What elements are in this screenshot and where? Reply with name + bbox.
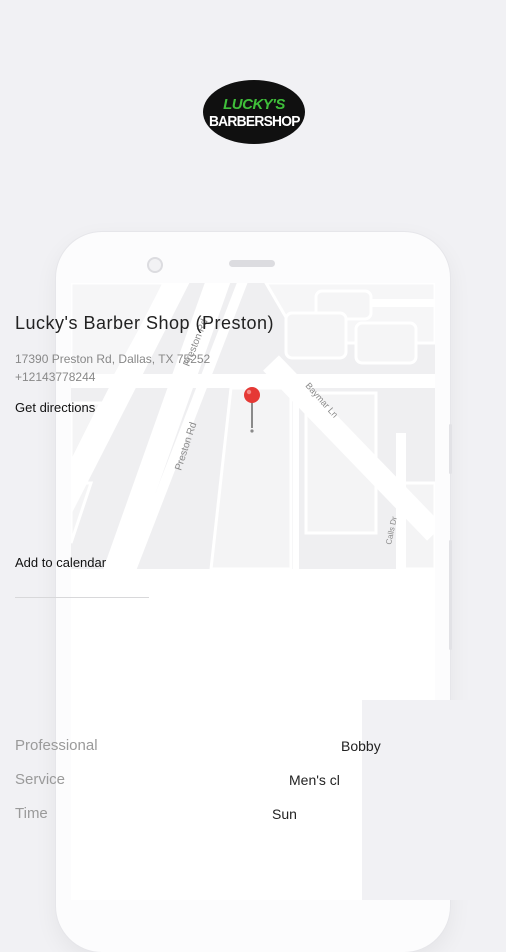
shop-address: 17390 Preston Rd, Dallas, TX 75252	[15, 352, 211, 366]
professional-label: Professional	[15, 737, 98, 754]
get-directions-link[interactable]: Get directions	[15, 400, 95, 415]
background-panel	[362, 700, 506, 900]
logo-line-2: BARBERSHOP	[208, 113, 301, 130]
front-camera	[147, 257, 163, 273]
phone-side-button	[449, 424, 452, 474]
divider	[15, 597, 149, 598]
service-value: Men's cl	[289, 772, 340, 788]
shop-name: Lucky's Barber Shop (Preston)	[15, 313, 275, 333]
professional-value: Bobby	[341, 738, 381, 754]
earpiece-speaker	[229, 260, 275, 267]
add-to-calendar-link[interactable]: Add to calendar	[15, 555, 106, 570]
time-label: Time	[15, 805, 48, 822]
shop-phone[interactable]: +12143778244	[15, 370, 95, 384]
logo-line-1: LUCKY'S	[223, 96, 285, 113]
phone-side-button	[449, 540, 452, 650]
service-label: Service	[15, 771, 66, 788]
time-value: Sun	[272, 806, 297, 822]
brand-logo: LUCKY'S BARBERSHOP	[203, 80, 305, 144]
